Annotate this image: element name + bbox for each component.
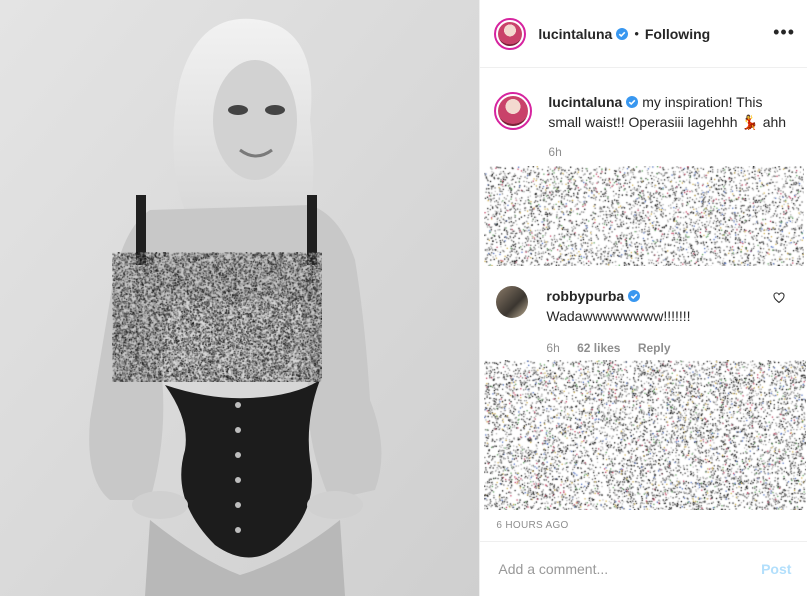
heart-icon[interactable]: [773, 292, 785, 304]
post-header: lucintaluna • Following •••: [480, 0, 807, 68]
verified-badge-icon: [628, 290, 641, 302]
censored-comment: [484, 166, 805, 266]
author-avatar[interactable]: [494, 17, 527, 50]
post-modal: lucintaluna • Following ••• lucintaluna …: [0, 0, 807, 596]
post-photo[interactable]: [0, 0, 480, 596]
caption-avatar[interactable]: [494, 92, 533, 130]
post-button[interactable]: Post: [761, 561, 791, 577]
verified-badge-icon: [616, 27, 629, 40]
following-button[interactable]: Following: [645, 26, 710, 42]
caption: lucintaluna my inspiration! This small w…: [494, 92, 794, 162]
censor-pixelation: [112, 252, 322, 382]
commenter-username[interactable]: robbypurba: [546, 288, 624, 304]
more-options-icon[interactable]: •••: [773, 22, 795, 43]
comment-text: Wadawwwwwwww!!!!!!!: [546, 308, 691, 324]
caption-username[interactable]: lucintaluna: [548, 94, 622, 110]
comment-meta: 6h 62 likes Reply: [546, 338, 690, 358]
comment-likes[interactable]: 62 likes: [577, 341, 620, 355]
verified-badge-icon: [626, 96, 639, 108]
censored-comment: [484, 360, 807, 510]
author-username[interactable]: lucintaluna: [538, 26, 612, 42]
reply-button[interactable]: Reply: [638, 341, 671, 355]
comment-input[interactable]: [496, 560, 762, 578]
post-timestamp: 6 HOURS AGO: [496, 520, 569, 531]
add-comment-bar: Post: [480, 541, 807, 596]
comment-time[interactable]: 6h: [546, 341, 559, 355]
post-sidebar: lucintaluna • Following ••• lucintaluna …: [479, 0, 807, 596]
comment: robbypurba Wadawwwwwwww!!!!!!! 6h 62 lik…: [496, 286, 796, 358]
commenter-avatar[interactable]: [496, 286, 529, 318]
separator-dot: •: [634, 26, 639, 41]
caption-time[interactable]: 6h: [548, 142, 794, 162]
